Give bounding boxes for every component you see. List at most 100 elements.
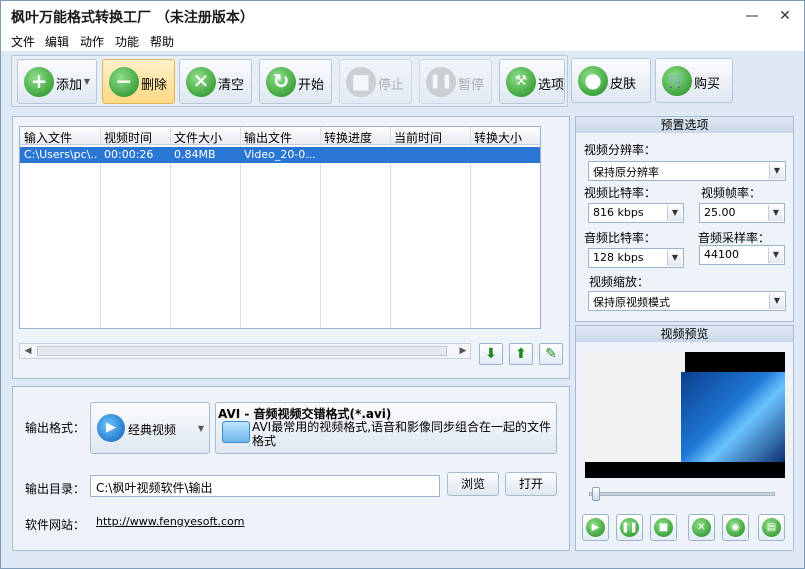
video-bitrate-select[interactable]: 816 kbps ▼ <box>588 203 684 223</box>
clear-button[interactable]: ✕ 清空 <box>179 59 252 104</box>
resolution-select[interactable]: 保持原分辨率 ▼ <box>588 161 786 181</box>
menu-file[interactable]: 文件 <box>11 33 35 50</box>
menu-function[interactable]: 功能 <box>115 33 139 50</box>
tools-icon: ⚒ <box>506 67 536 97</box>
apple-icon: ● <box>578 66 608 96</box>
pencil-icon: ✎ <box>545 346 557 362</box>
samplerate-select[interactable]: 44100 ▼ <box>699 245 785 265</box>
title-bar: 枫叶万能格式转换工厂 （未注册版本） — ✕ <box>1 1 804 31</box>
move-down-button[interactable]: ⬇ <box>479 343 503 365</box>
cart-icon: 🛒 <box>662 66 692 96</box>
menu-bar: 文件 编辑 动作 功能 帮助 <box>1 31 804 51</box>
skin-button[interactable]: ● 皮肤 <box>571 58 651 103</box>
website-label: 软件网站： <box>25 518 86 532</box>
stop-icon: ■ <box>654 518 673 537</box>
preview-desktop <box>681 372 785 462</box>
stop-button[interactable]: ■ 停止 <box>339 59 412 104</box>
seek-knob[interactable] <box>592 487 600 501</box>
camera-icon: ◉ <box>726 518 745 537</box>
options-button[interactable]: ⚒ 选项 <box>499 59 565 104</box>
menu-edit[interactable]: 编辑 <box>45 33 69 50</box>
window-title: 枫叶万能格式转换工厂 （未注册版本） <box>11 10 254 26</box>
chevron-down-icon: ▼ <box>667 205 682 221</box>
folder-icon <box>222 421 250 443</box>
minus-icon: − <box>109 67 139 97</box>
format-category-button[interactable]: ▶ 经典视频 ▼ <box>90 402 210 454</box>
col-current-time[interactable]: 当前时间 <box>394 129 442 146</box>
chevron-down-icon: ▼ <box>769 163 784 179</box>
pause-icon: ❚❚ <box>426 67 456 97</box>
plus-icon: + <box>24 67 54 97</box>
scroll-thumb[interactable] <box>37 346 447 356</box>
menu-action[interactable]: 动作 <box>80 33 104 50</box>
add-button[interactable]: + 添加 ▼ <box>17 59 97 104</box>
col-progress[interactable]: 转换进度 <box>324 129 372 146</box>
chevron-down-icon: ▼ <box>769 293 784 309</box>
pause-preview-button[interactable]: ❚❚ <box>616 514 643 541</box>
play-button[interactable]: ▶ <box>582 514 609 541</box>
output-format-label: 输出格式： <box>25 421 86 435</box>
arrow-up-icon: ⬆ <box>515 346 527 362</box>
file-table[interactable]: 输入文件 视频时间 文件大小 输出文件 转换进度 当前时间 转换大小 C:\Us… <box>19 126 541 329</box>
output-dir-label: 输出目录： <box>25 482 86 496</box>
pause-icon: ❚❚ <box>620 518 639 537</box>
samplerate-label: 音频采样率： <box>698 231 771 245</box>
refresh-icon: ↻ <box>266 67 296 97</box>
chevron-down-icon: ▼ <box>768 247 783 263</box>
close-button[interactable]: ✕ <box>771 5 799 27</box>
pause-button[interactable]: ❚❚ 暂停 <box>419 59 492 104</box>
website-link[interactable]: http://www.fengyesoft.com <box>96 515 245 528</box>
snapshot-button[interactable]: ◉ <box>722 514 749 541</box>
mute-icon: ✕ <box>692 518 711 537</box>
chevron-down-icon: ▼ <box>83 77 90 86</box>
preset-title: 预置选项 <box>576 117 793 133</box>
audio-bitrate-label: 音频比特率： <box>584 231 657 245</box>
table-row[interactable]: C:\Users\pc\... 00:00:26 0.84MB Video_20… <box>20 147 540 163</box>
preview-seek-slider[interactable] <box>589 487 775 501</box>
mute-button[interactable]: ✕ <box>688 514 715 541</box>
scale-label: 视频缩放： <box>589 275 650 289</box>
scale-select[interactable]: 保持原视频模式 ▼ <box>588 291 786 311</box>
play-icon: ▶ <box>586 518 605 537</box>
video-bitrate-label: 视频比特率： <box>584 186 657 200</box>
stop-icon: ■ <box>346 67 376 97</box>
preview-screenshot <box>585 352 685 462</box>
arrow-down-icon: ⬇ <box>485 346 497 362</box>
col-file-size[interactable]: 文件大小 <box>174 129 222 146</box>
folder-open-button[interactable]: ▤ <box>758 514 785 541</box>
chevron-down-icon: ▼ <box>667 250 682 266</box>
play-icon: ▶ <box>97 414 125 442</box>
edit-button[interactable]: ✎ <box>539 343 563 365</box>
col-output-file[interactable]: 输出文件 <box>244 129 292 146</box>
main-window: 枫叶万能格式转换工厂 （未注册版本） — ✕ 文件 编辑 动作 功能 帮助 + … <box>0 0 805 569</box>
delete-button[interactable]: − 删除 <box>102 59 175 104</box>
preview-title: 视频预览 <box>576 326 793 342</box>
col-input-file[interactable]: 输入文件 <box>24 129 72 146</box>
framerate-label: 视频帧率： <box>701 186 762 200</box>
open-button[interactable]: 打开 <box>505 472 557 496</box>
stop-preview-button[interactable]: ■ <box>650 514 677 541</box>
resolution-label: 视频分辨率： <box>584 143 657 157</box>
clear-icon: ✕ <box>186 67 216 97</box>
move-up-button[interactable]: ⬆ <box>509 343 533 365</box>
minimize-button[interactable]: — <box>738 5 766 27</box>
col-converted-size[interactable]: 转换大小 <box>474 129 522 146</box>
folder-icon: ▤ <box>762 518 781 537</box>
video-preview <box>585 352 785 478</box>
col-video-time[interactable]: 视频时间 <box>104 129 152 146</box>
menu-help[interactable]: 帮助 <box>150 33 174 50</box>
browse-button[interactable]: 浏览 <box>447 472 499 496</box>
format-select[interactable]: AVI - 音频视频交错格式(*.avi) AVI最常用的视频格式,语音和影像同… <box>215 402 557 454</box>
scroll-right-icon[interactable]: ▶ <box>456 345 470 357</box>
start-button[interactable]: ↻ 开始 <box>259 59 332 104</box>
output-dir-field[interactable]: C:\枫叶视频软件\输出 <box>90 475 440 497</box>
horizontal-scrollbar[interactable]: ◀ ▶ <box>19 343 471 359</box>
table-header: 输入文件 视频时间 文件大小 输出文件 转换进度 当前时间 转换大小 <box>20 127 540 145</box>
chevron-down-icon: ▼ <box>197 424 204 433</box>
chevron-down-icon: ▼ <box>768 205 783 221</box>
framerate-select[interactable]: 25.00 ▼ <box>699 203 785 223</box>
scroll-left-icon[interactable]: ◀ <box>21 345 35 357</box>
audio-bitrate-select[interactable]: 128 kbps ▼ <box>588 248 684 268</box>
toolbar: + 添加 ▼ − 删除 ✕ 清空 ↻ 开始 ■ 停止 ❚❚ 暂停 ⚒ 选项 <box>11 55 568 107</box>
buy-button[interactable]: 🛒 购买 <box>655 58 733 103</box>
